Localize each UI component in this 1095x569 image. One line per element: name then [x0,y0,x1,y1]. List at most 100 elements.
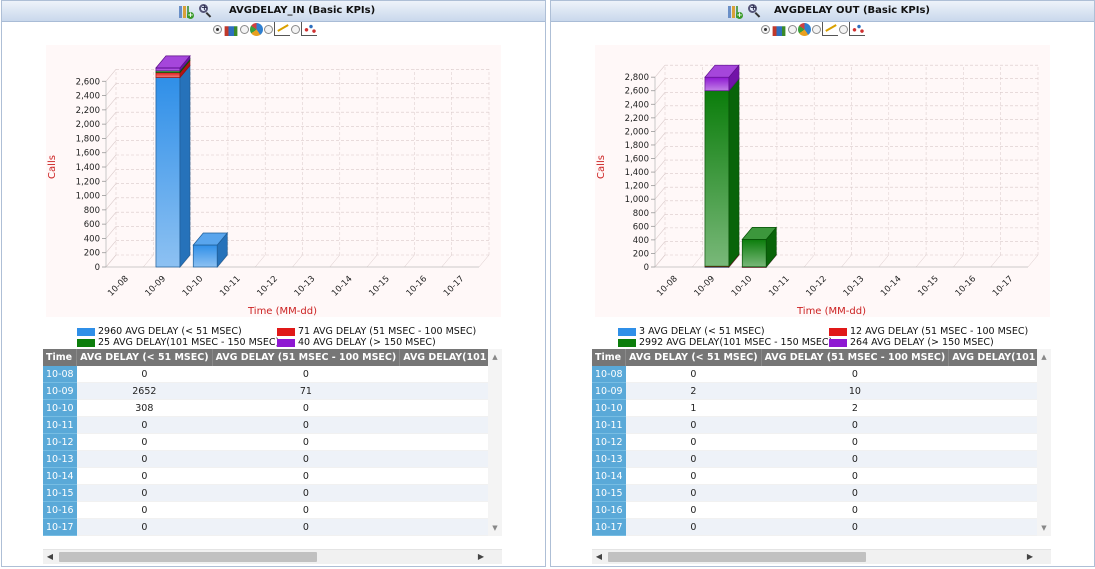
scroll-left-arrow-icon[interactable]: ◀ [43,550,57,564]
column-header[interactable]: AVG DELAY(101 MSEC - 150 MSEC) [948,349,1037,366]
table-row[interactable]: 10-13000 [592,450,1037,468]
value-cell: 2652 [76,382,213,400]
legend-swatch [618,327,636,336]
y-tick-label: 200 [84,249,100,259]
pie-chart-icon [798,22,811,36]
table-row[interactable]: 10-1012404 [592,399,1037,417]
chart-type-radio-bar[interactable] [761,24,770,34]
table-row[interactable]: 10-16000 [592,501,1037,519]
legend-item: 264 AVG DELAY (> 150 MSEC) [829,337,994,348]
value-cell: 0 [76,501,213,519]
legend-item: 2960 AVG DELAY (< 51 MSEC) [77,326,242,337]
value-cell: 0 [948,416,1037,434]
table-row[interactable]: 10-15000 [592,484,1037,502]
y-tick-label: 1,600 [76,149,100,159]
add-chart-icon[interactable]: + [178,3,194,19]
scroll-left-arrow-icon[interactable]: ◀ [592,550,606,564]
value-cell: 0 [399,416,488,434]
value-cell: 0 [761,484,949,502]
zoom-icon[interactable] [747,3,763,19]
scroll-up-arrow-icon[interactable]: ▲ [1037,351,1051,363]
table-row[interactable]: 10-11000 [592,416,1037,434]
chart-type-radio-line[interactable] [264,24,273,34]
table-row[interactable]: 10-14000 [43,467,488,485]
vertical-scrollbar[interactable]: ▲ ▼ [1037,349,1051,536]
table-row[interactable]: 10-12000 [592,433,1037,451]
value-cell: 0 [399,484,488,502]
y-tick-label: 1,000 [625,195,649,205]
scrollbar-thumb[interactable] [59,552,317,562]
table-row[interactable]: 10-15000 [43,484,488,502]
y-tick-label: 2,600 [625,87,649,97]
value-cell: 0 [399,467,488,485]
time-cell: 10-08 [43,366,77,383]
scroll-right-arrow-icon[interactable]: ▶ [1023,550,1037,564]
vertical-scrollbar[interactable]: ▲ ▼ [488,349,502,536]
scroll-right-arrow-icon[interactable]: ▶ [474,550,488,564]
column-header[interactable]: AVG DELAY (51 MSEC - 100 MSEC) [761,349,950,366]
table-row[interactable]: 10-16000 [43,501,488,519]
column-header[interactable]: AVG DELAY (51 MSEC - 100 MSEC) [212,349,401,366]
value-cell: 0 [761,518,949,536]
table-row[interactable]: 10-14000 [592,467,1037,485]
table-row[interactable]: 10-08000 [43,366,488,383]
value-cell: 0 [761,501,949,519]
chart-type-radio-line[interactable] [812,24,821,34]
bar-chart-3d-icon [772,26,786,36]
table-row[interactable]: 10-092102588 [592,382,1037,400]
scrollbar-thumb[interactable] [608,552,866,562]
data-table: Time AVG DELAY (< 51 MSEC) AVG DELAY (51… [592,349,1037,536]
y-tick-label: 2,200 [76,106,100,116]
table-row[interactable]: 10-12000 [43,433,488,451]
value-cell: 0 [761,467,949,485]
zoom-icon[interactable] [198,3,214,19]
add-chart-icon[interactable]: + [727,3,743,19]
legend-swatch [618,338,636,347]
table-row[interactable]: 10-17000 [43,518,488,536]
scroll-up-arrow-icon[interactable]: ▲ [488,351,502,363]
scatter-chart-icon [849,22,865,36]
column-header-time[interactable]: Time [43,349,78,366]
value-cell: 0 [212,416,400,434]
bar-side [728,77,740,268]
bar-face [704,76,730,92]
scroll-down-arrow-icon[interactable]: ▼ [488,522,502,534]
time-cell: 10-13 [43,450,77,468]
table-row[interactable]: 10-08000 [592,366,1037,383]
value-cell: 0 [761,416,949,434]
chart-type-radio-pie[interactable] [788,24,797,34]
value-cell: 0 [76,433,213,451]
table-row[interactable]: 10-13000 [43,450,488,468]
table-row[interactable]: 10-0926527125 [43,382,488,400]
y-tick-label: 1,400 [76,163,100,173]
value-cell: 0 [625,433,762,451]
table-row[interactable]: 10-11000 [43,416,488,434]
time-cell: 10-15 [592,484,626,502]
value-cell: 25 [399,382,488,400]
y-axis-title: Calls [596,155,607,179]
column-header[interactable]: AVG DELAY (< 51 MSEC) [76,349,213,366]
time-cell: 10-14 [43,467,77,485]
horizontal-scrollbar[interactable]: ◀ ▶ [43,549,502,564]
time-cell: 10-11 [592,416,626,434]
value-cell: 0 [399,518,488,536]
horizontal-scrollbar[interactable]: ◀ ▶ [592,549,1051,564]
scroll-down-arrow-icon[interactable]: ▼ [1037,522,1051,534]
y-tick-label: 2,600 [76,77,100,87]
column-header[interactable]: AVG DELAY(101 MSEC - 150 MSEC) [399,349,488,366]
table-row[interactable]: 10-1030800 [43,399,488,417]
chart-type-radio-scatter[interactable] [291,24,300,34]
column-header-time[interactable]: Time [592,349,627,366]
y-axis-title: Calls [47,155,58,179]
chart-type-radio-scatter[interactable] [839,24,848,34]
bar-segment [155,64,191,268]
value-cell: 0 [948,484,1037,502]
time-cell: 10-16 [592,501,626,519]
chart-type-radio-bar[interactable] [213,24,222,34]
bar-chart-3d-icon [224,26,238,36]
y-tick-label: 2,800 [625,73,649,83]
column-header[interactable]: AVG DELAY (< 51 MSEC) [625,349,762,366]
chart-type-radio-pie[interactable] [240,24,249,34]
table-row[interactable]: 10-17000 [592,518,1037,536]
legend-item: 40 AVG DELAY (> 150 MSEC) [277,337,436,348]
